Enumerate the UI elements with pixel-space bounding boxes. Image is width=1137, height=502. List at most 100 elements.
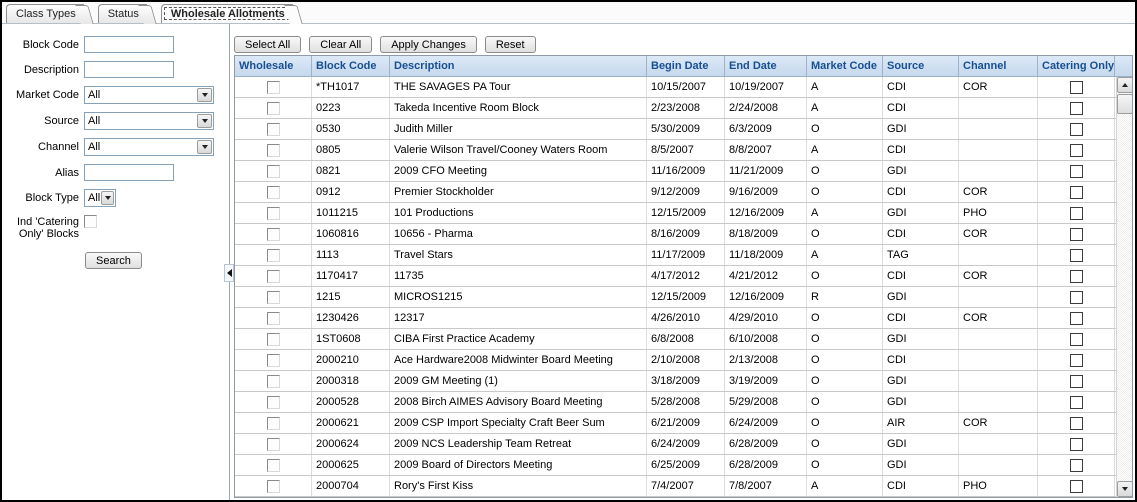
channel-select[interactable]: All xyxy=(84,138,214,156)
wholesale-checkbox[interactable] xyxy=(267,417,280,430)
wholesale-cell xyxy=(235,350,312,370)
wholesale-checkbox[interactable] xyxy=(267,228,280,241)
vertical-scrollbar[interactable] xyxy=(1116,77,1132,497)
table-row[interactable]: 1170417 11735 4/17/2012 4/21/2012 O CDI … xyxy=(235,266,1132,287)
block-type-select[interactable]: All xyxy=(84,189,116,207)
catering-only-checkbox[interactable] xyxy=(1070,396,1083,409)
scrollbar-thumb[interactable] xyxy=(1117,94,1132,114)
catering-only-checkbox[interactable] xyxy=(1070,270,1083,283)
table-row[interactable]: 1060816 10656 - Pharma 8/16/2009 8/18/20… xyxy=(235,224,1132,245)
wholesale-checkbox[interactable] xyxy=(267,144,280,157)
block-code-input[interactable] xyxy=(84,36,174,53)
table-row[interactable]: 1011215 101 Productions 12/15/2009 12/16… xyxy=(235,203,1132,224)
select-all-button[interactable]: Select All xyxy=(234,36,301,53)
wholesale-checkbox[interactable] xyxy=(267,249,280,262)
tab-wholesale-allotments[interactable]: Wholesale Allotments xyxy=(161,4,293,23)
catering-only-checkbox[interactable] xyxy=(1070,354,1083,367)
channel-cell: PHO xyxy=(959,476,1038,496)
wholesale-checkbox[interactable] xyxy=(267,270,280,283)
catering-only-checkbox[interactable] xyxy=(1070,312,1083,325)
source-select[interactable]: All xyxy=(84,112,214,130)
scroll-down-button[interactable] xyxy=(1117,481,1132,497)
table-row[interactable]: 2000528 2008 Birch AIMES Advisory Board … xyxy=(235,392,1132,413)
search-button[interactable]: Search xyxy=(85,252,142,269)
table-row[interactable]: *TH1017 THE SAVAGES PA Tour 10/15/2007 1… xyxy=(235,77,1132,98)
header-catering-only[interactable]: Catering Only xyxy=(1038,56,1115,76)
source-cell: CDI xyxy=(883,77,959,97)
catering-only-checkbox[interactable] xyxy=(1070,333,1083,346)
catering-only-checkbox[interactable] xyxy=(1070,123,1083,136)
catering-only-checkbox[interactable] xyxy=(1070,228,1083,241)
catering-only-checkbox[interactable] xyxy=(1070,375,1083,388)
catering-only-checkbox[interactable] xyxy=(1070,102,1083,115)
table-row[interactable]: 0530 Judith Miller 5/30/2009 6/3/2009 O … xyxy=(235,119,1132,140)
table-row[interactable]: 0821 2009 CFO Meeting 11/16/2009 11/21/2… xyxy=(235,161,1132,182)
wholesale-checkbox[interactable] xyxy=(267,459,280,472)
header-source[interactable]: Source xyxy=(883,56,959,76)
wholesale-checkbox[interactable] xyxy=(267,375,280,388)
wholesale-checkbox[interactable] xyxy=(267,207,280,220)
clear-all-button[interactable]: Clear All xyxy=(309,36,372,53)
catering-only-checkbox[interactable] xyxy=(1070,81,1083,94)
wholesale-checkbox[interactable] xyxy=(267,123,280,136)
wholesale-checkbox[interactable] xyxy=(267,333,280,346)
catering-only-checkbox[interactable] xyxy=(1070,165,1083,178)
catering-only-checkbox[interactable] xyxy=(1070,438,1083,451)
wholesale-checkbox[interactable] xyxy=(267,354,280,367)
wholesale-checkbox[interactable] xyxy=(267,396,280,409)
table-row[interactable]: 0223 Takeda Incentive Room Block 2/23/20… xyxy=(235,98,1132,119)
table-row[interactable]: 2000318 2009 GM Meeting (1) 3/18/2009 3/… xyxy=(235,371,1132,392)
header-begin-date[interactable]: Begin Date xyxy=(647,56,725,76)
catering-only-checkbox[interactable] xyxy=(1070,480,1083,493)
table-row[interactable]: 1215 MICROS1215 12/15/2009 12/16/2009 R … xyxy=(235,287,1132,308)
dropdown-arrow-icon[interactable] xyxy=(197,114,212,128)
source-cell: TAG xyxy=(883,245,959,265)
catering-only-checkbox[interactable] xyxy=(1070,459,1083,472)
wholesale-checkbox[interactable] xyxy=(267,438,280,451)
wholesale-checkbox[interactable] xyxy=(267,186,280,199)
apply-changes-button[interactable]: Apply Changes xyxy=(380,36,477,53)
scroll-up-button[interactable] xyxy=(1117,77,1132,93)
table-row[interactable]: 2000625 2009 Board of Directors Meeting … xyxy=(235,455,1132,476)
catering-only-checkbox[interactable] xyxy=(1070,144,1083,157)
table-row[interactable]: 1ST0608 CIBA First Practice Academy 6/8/… xyxy=(235,329,1132,350)
tab-class-types[interactable]: Class Types xyxy=(6,4,84,23)
catering-only-checkbox[interactable] xyxy=(1070,417,1083,430)
market-code-select[interactable]: All xyxy=(84,86,214,104)
wholesale-checkbox[interactable] xyxy=(267,291,280,304)
header-market-code[interactable]: Market Code xyxy=(807,56,883,76)
alias-input[interactable] xyxy=(84,164,174,181)
header-block-code[interactable]: Block Code xyxy=(312,56,390,76)
dropdown-arrow-icon[interactable] xyxy=(197,88,212,102)
header-channel[interactable]: Channel xyxy=(959,56,1038,76)
wholesale-checkbox[interactable] xyxy=(267,480,280,493)
table-row[interactable]: 2000621 2009 CSP Import Specialty Craft … xyxy=(235,413,1132,434)
dropdown-arrow-icon[interactable] xyxy=(101,191,114,205)
wholesale-cell xyxy=(235,119,312,139)
header-description[interactable]: Description xyxy=(390,56,647,76)
begin-date-cell: 12/15/2009 xyxy=(647,287,725,307)
panel-collapse-handle[interactable] xyxy=(224,264,234,282)
wholesale-checkbox[interactable] xyxy=(267,102,280,115)
table-row[interactable]: 2000624 2009 NCS Leadership Team Retreat… xyxy=(235,434,1132,455)
wholesale-checkbox[interactable] xyxy=(267,312,280,325)
dropdown-arrow-icon[interactable] xyxy=(197,140,212,154)
table-row[interactable]: 1230426 12317 4/26/2010 4/29/2010 O CDI … xyxy=(235,308,1132,329)
table-row[interactable]: 1113 Travel Stars 11/17/2009 11/18/2009 … xyxy=(235,245,1132,266)
catering-only-checkbox[interactable] xyxy=(1070,291,1083,304)
wholesale-checkbox[interactable] xyxy=(267,165,280,178)
table-row[interactable]: 0805 Valerie Wilson Travel/Cooney Waters… xyxy=(235,140,1132,161)
table-row[interactable]: 2000704 Rory's First Kiss 7/4/2007 7/8/2… xyxy=(235,476,1132,497)
catering-only-checkbox[interactable] xyxy=(1070,207,1083,220)
table-row[interactable]: 0912 Premier Stockholder 9/12/2009 9/16/… xyxy=(235,182,1132,203)
tab-status[interactable]: Status xyxy=(98,4,147,23)
header-end-date[interactable]: End Date xyxy=(725,56,807,76)
wholesale-checkbox[interactable] xyxy=(267,81,280,94)
table-row[interactable]: 2000210 Ace Hardware2008 Midwinter Board… xyxy=(235,350,1132,371)
catering-only-filter-checkbox[interactable] xyxy=(84,215,97,228)
description-input[interactable] xyxy=(84,61,174,78)
catering-only-checkbox[interactable] xyxy=(1070,249,1083,262)
catering-only-checkbox[interactable] xyxy=(1070,186,1083,199)
reset-button[interactable]: Reset xyxy=(485,36,536,53)
header-wholesale[interactable]: Wholesale xyxy=(235,56,312,76)
